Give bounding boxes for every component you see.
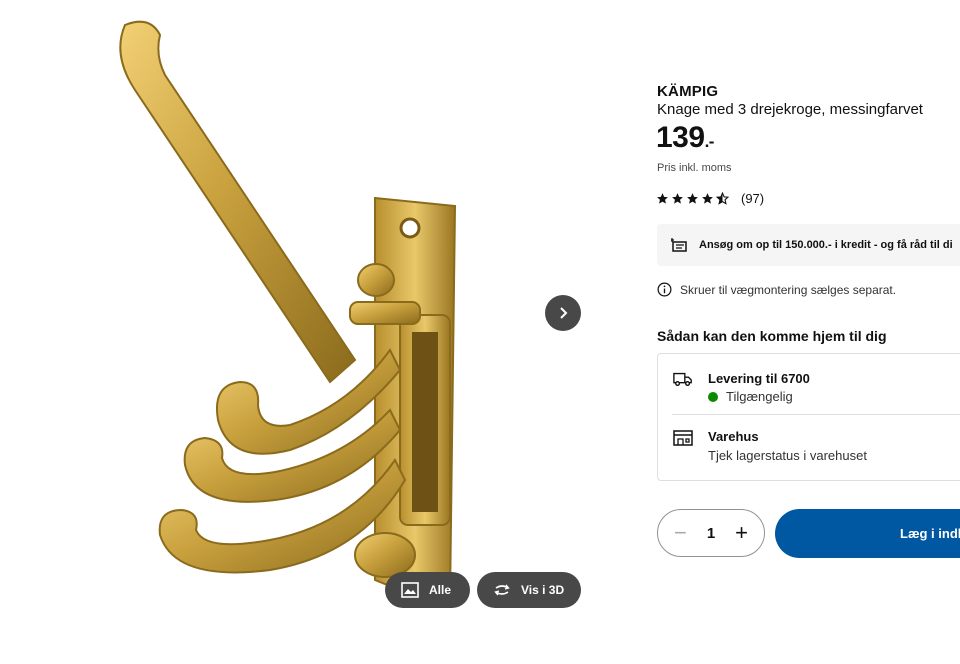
credit-card-icon [671,238,687,252]
delivery-heading: Sådan kan den komme hjem til dig [657,328,887,344]
credit-banner[interactable]: Ansøg om op til 150.000.- i kredit - og … [657,224,960,266]
rating[interactable]: (97) [656,191,764,206]
home-delivery-status: Tilgængelig [708,389,793,404]
quantity-value: 1 [706,524,716,542]
credit-text: Ansøg om op til 150.000.- i kredit - og … [699,239,953,251]
info-note: Skruer til vægmontering sælges separat. [657,282,896,297]
product-image[interactable] [100,10,600,625]
product-name: KÄMPIG [657,83,719,100]
star-icon [672,193,683,204]
chevron-right-icon [560,307,568,319]
star-icon [657,193,668,204]
rotate-3d-icon [494,584,510,596]
increase-quantity-button[interactable]: + [735,522,748,544]
all-images-label: Alle [429,583,452,597]
price-value: 139 [656,121,705,154]
home-delivery-status-text: Tilgængelig [726,389,793,404]
product-description: Knage med 3 drejekroge, messingfarvet [657,101,923,118]
store-status: Tjek lagerstatus i varehuset [708,448,867,463]
decrease-quantity-button[interactable]: − [674,522,687,544]
next-image-button[interactable] [545,295,581,331]
store-title: Varehus [708,429,759,444]
price-suffix: .- [704,132,715,151]
info-icon [657,282,672,297]
gallery-icon [401,582,419,598]
view-3d-label: Vis i 3D [521,583,565,597]
home-delivery-title: Levering til 6700 [708,371,810,386]
info-note-text: Skruer til vægmontering sælges separat. [680,282,897,297]
add-to-cart-label: Læg i indk [900,526,960,541]
view-3d-button[interactable]: Vis i 3D [477,572,581,608]
star-half-icon [716,192,729,205]
review-count: (97) [741,191,765,206]
store-icon [673,430,693,446]
vat-note: Pris inkl. moms [657,162,732,174]
star-icon [702,193,713,204]
quantity-stepper: − 1 + [657,509,765,557]
add-to-cart-button[interactable]: Læg i indk [775,509,960,558]
availability-dot-icon [708,391,718,402]
product-price: 139.- [656,121,714,155]
truck-icon [673,372,692,387]
all-images-button[interactable]: Alle [385,572,470,608]
divider [672,414,960,415]
star-icon [687,193,698,204]
delivery-options: Levering til 6700 Tilgængelig Varehus Tj… [657,353,960,481]
